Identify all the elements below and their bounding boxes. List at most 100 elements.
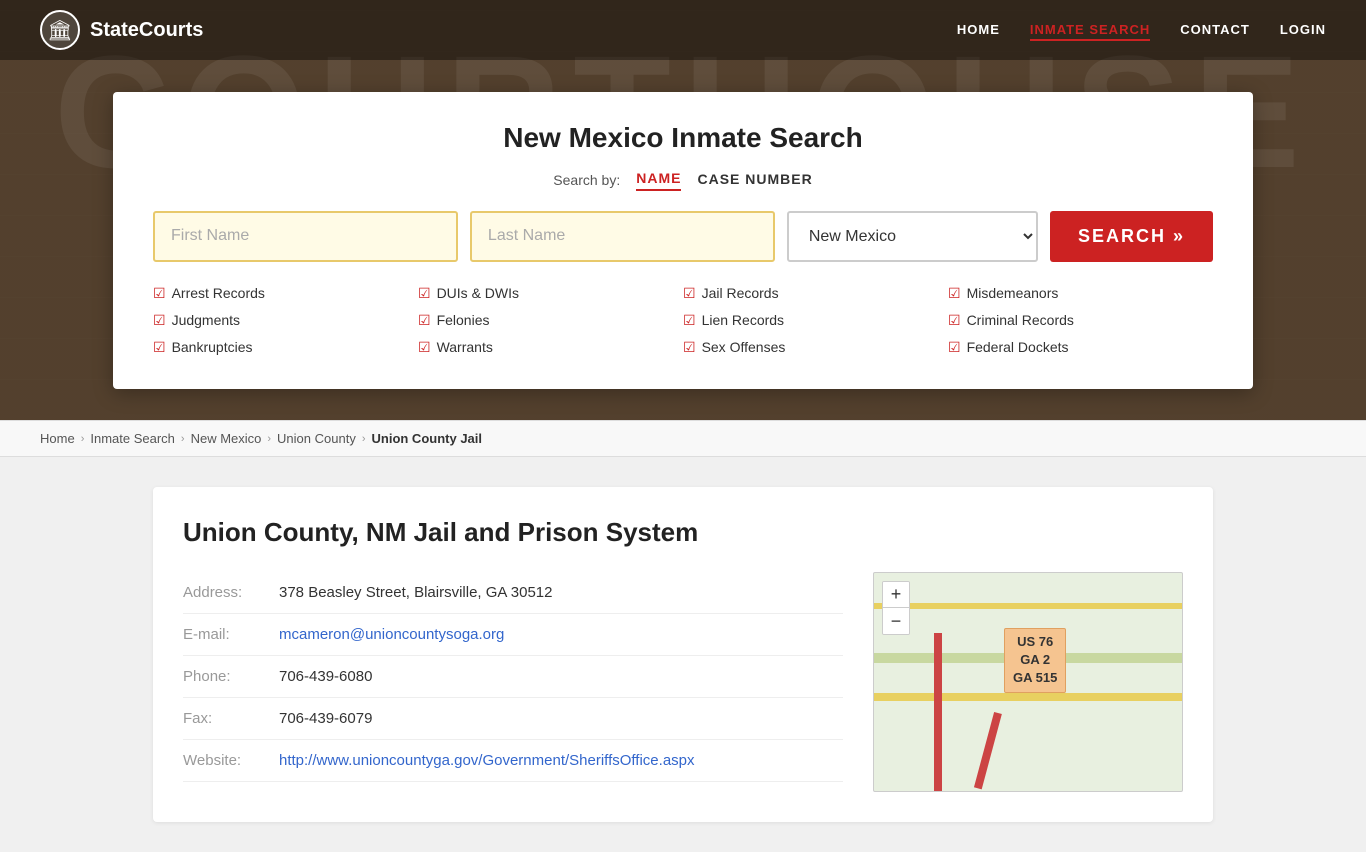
first-name-input[interactable]	[153, 211, 458, 262]
map-label-line2: GA 2	[1013, 651, 1057, 669]
info-row: Phone: 706-439-6080	[183, 656, 843, 698]
info-value[interactable]: mcameron@unioncountysoga.org	[279, 626, 504, 643]
checkboxes-grid: ☑ Arrest Records ☑ DUIs & DWIs ☑ Jail Records…	[153, 282, 1213, 359]
info-row: Fax: 706-439-6079	[183, 698, 843, 740]
check-item: ☑ Bankruptcies	[153, 336, 418, 359]
checkbox-icon: ☑	[153, 285, 166, 302]
info-label: E-mail:	[183, 626, 263, 643]
check-item: ☑ Warrants	[418, 336, 683, 359]
map-zoom-controls: + −	[882, 581, 910, 635]
checkbox-icon: ☑	[153, 312, 166, 329]
search-card-wrapper: New Mexico Inmate Search Search by: NAME…	[0, 60, 1366, 420]
breadcrumb: Home › Inmate Search › New Mexico › Union Coun…	[0, 420, 1366, 457]
last-name-input[interactable]	[470, 211, 775, 262]
check-item: ☑ Arrest Records	[153, 282, 418, 305]
check-label: Bankruptcies	[172, 339, 253, 355]
info-label: Fax:	[183, 710, 263, 727]
nav-home[interactable]: HOME	[957, 22, 1000, 37]
info-link[interactable]: mcameron@unioncountysoga.org	[279, 626, 504, 643]
info-row: Website: http://www.unioncountyga.gov/Gov…	[183, 740, 843, 782]
info-section: Address: 378 Beasley Street, Blairsville,…	[183, 572, 843, 792]
breadcrumb-link[interactable]: Union County	[277, 431, 356, 446]
map-road-top	[874, 603, 1182, 609]
breadcrumb-separator: ›	[181, 433, 185, 445]
check-item: ☑Felonies	[418, 309, 683, 332]
search-title: New Mexico Inmate Search	[153, 122, 1213, 154]
search-card: New Mexico Inmate Search Search by: NAME…	[113, 92, 1253, 389]
info-value: 706-439-6080	[279, 668, 372, 685]
search-by-label: Search by:	[553, 172, 620, 188]
checkbox-icon: ☑	[153, 339, 166, 356]
map-section: US 76 GA 2 GA 515 + −	[873, 572, 1183, 792]
search-by-row: Search by: NAME CASE NUMBER	[153, 170, 1213, 191]
checkbox-icon: ☑	[948, 339, 961, 356]
map-label-line1: US 76	[1013, 633, 1057, 651]
breadcrumb-separator: ›	[267, 433, 271, 445]
tab-name[interactable]: NAME	[636, 170, 681, 191]
check-label: Sex Offenses	[702, 339, 786, 355]
checkbox-icon: ☑	[683, 285, 696, 302]
state-select[interactable]: AlabamaAlaskaArizonaArkansasCaliforniaCo…	[787, 211, 1038, 262]
search-fields-row: AlabamaAlaskaArizonaArkansasCaliforniaCo…	[153, 211, 1213, 262]
content-title: Union County, NM Jail and Prison System	[183, 517, 1183, 548]
nav-links: HOME INMATE SEARCH CONTACT LOGIN	[957, 21, 1326, 39]
check-label: Arrest Records	[172, 285, 265, 301]
check-item: ☑ Judgments	[153, 309, 418, 332]
map-road-red-v2	[974, 712, 1002, 789]
check-item: ☑ Sex Offenses	[683, 336, 948, 359]
check-label: Felonies	[437, 312, 490, 328]
check-label: Criminal Records	[967, 312, 1074, 328]
checkbox-icon: ☑	[948, 312, 961, 329]
map-road-red-v	[934, 633, 942, 791]
checkbox-icon: ☑	[418, 339, 431, 356]
check-label: Warrants	[437, 339, 493, 355]
check-item: ☑ Jail Records	[683, 282, 948, 305]
breadcrumb-current: Union County Jail	[372, 431, 483, 446]
info-value: 378 Beasley Street, Blairsville, GA 3051…	[279, 584, 553, 601]
breadcrumb-separator: ›	[81, 433, 85, 445]
map-zoom-out[interactable]: −	[883, 608, 909, 634]
logo-link[interactable]: 🏛 StateCourts	[40, 10, 203, 50]
check-label: Federal Dockets	[967, 339, 1069, 355]
check-item: ☑ Federal Dockets	[948, 336, 1213, 359]
check-label: Misdemeanors	[967, 285, 1059, 301]
info-label: Website:	[183, 752, 263, 769]
breadcrumb-separator: ›	[362, 433, 366, 445]
checkbox-icon: ☑	[948, 285, 961, 302]
check-item: ☑ Misdemeanors	[948, 282, 1213, 305]
navbar: COURTHOUSE 🏛 StateCourts HOME INMATE SEA…	[0, 0, 1366, 420]
map-zoom-in[interactable]: +	[883, 582, 909, 608]
check-label: Jail Records	[702, 285, 779, 301]
map-label-line3: GA 515	[1013, 669, 1057, 687]
nav-login[interactable]: LOGIN	[1280, 22, 1326, 37]
info-link[interactable]: http://www.unioncountyga.gov/Government/…	[279, 752, 695, 769]
content-inner: Address: 378 Beasley Street, Blairsville,…	[183, 572, 1183, 792]
breadcrumb-link[interactable]: New Mexico	[191, 431, 262, 446]
info-row: E-mail: mcameron@unioncountysoga.org	[183, 614, 843, 656]
map-label: US 76 GA 2 GA 515	[1004, 628, 1066, 693]
checkbox-icon: ☑	[418, 285, 431, 302]
check-item: ☑ Criminal Records	[948, 309, 1213, 332]
info-value: 706-439-6079	[279, 710, 372, 727]
check-label: Judgments	[172, 312, 240, 328]
checkbox-icon: ☑	[683, 339, 696, 356]
map-placeholder: US 76 GA 2 GA 515 + −	[873, 572, 1183, 792]
nav-contact[interactable]: CONTACT	[1180, 22, 1250, 37]
info-label: Phone:	[183, 668, 263, 685]
check-label: Lien Records	[702, 312, 785, 328]
breadcrumb-link[interactable]: Inmate Search	[90, 431, 175, 446]
check-item: ☑ Lien Records	[683, 309, 948, 332]
check-item: ☑ DUIs & DWIs	[418, 282, 683, 305]
search-button[interactable]: SEARCH »	[1050, 211, 1213, 262]
nav-inmate-search[interactable]: INMATE SEARCH	[1030, 22, 1150, 41]
check-label: DUIs & DWIs	[437, 285, 519, 301]
info-label: Address:	[183, 584, 263, 601]
checkbox-icon: ☑	[683, 312, 696, 329]
breadcrumb-link[interactable]: Home	[40, 431, 75, 446]
content-area: Union County, NM Jail and Prison System …	[113, 457, 1253, 852]
map-road-yellow	[874, 693, 1182, 701]
info-value[interactable]: http://www.unioncountyga.gov/Government/…	[279, 752, 695, 769]
info-row: Address: 378 Beasley Street, Blairsville,…	[183, 572, 843, 614]
logo-text: StateCourts	[90, 19, 203, 42]
tab-case-number[interactable]: CASE NUMBER	[697, 171, 812, 190]
